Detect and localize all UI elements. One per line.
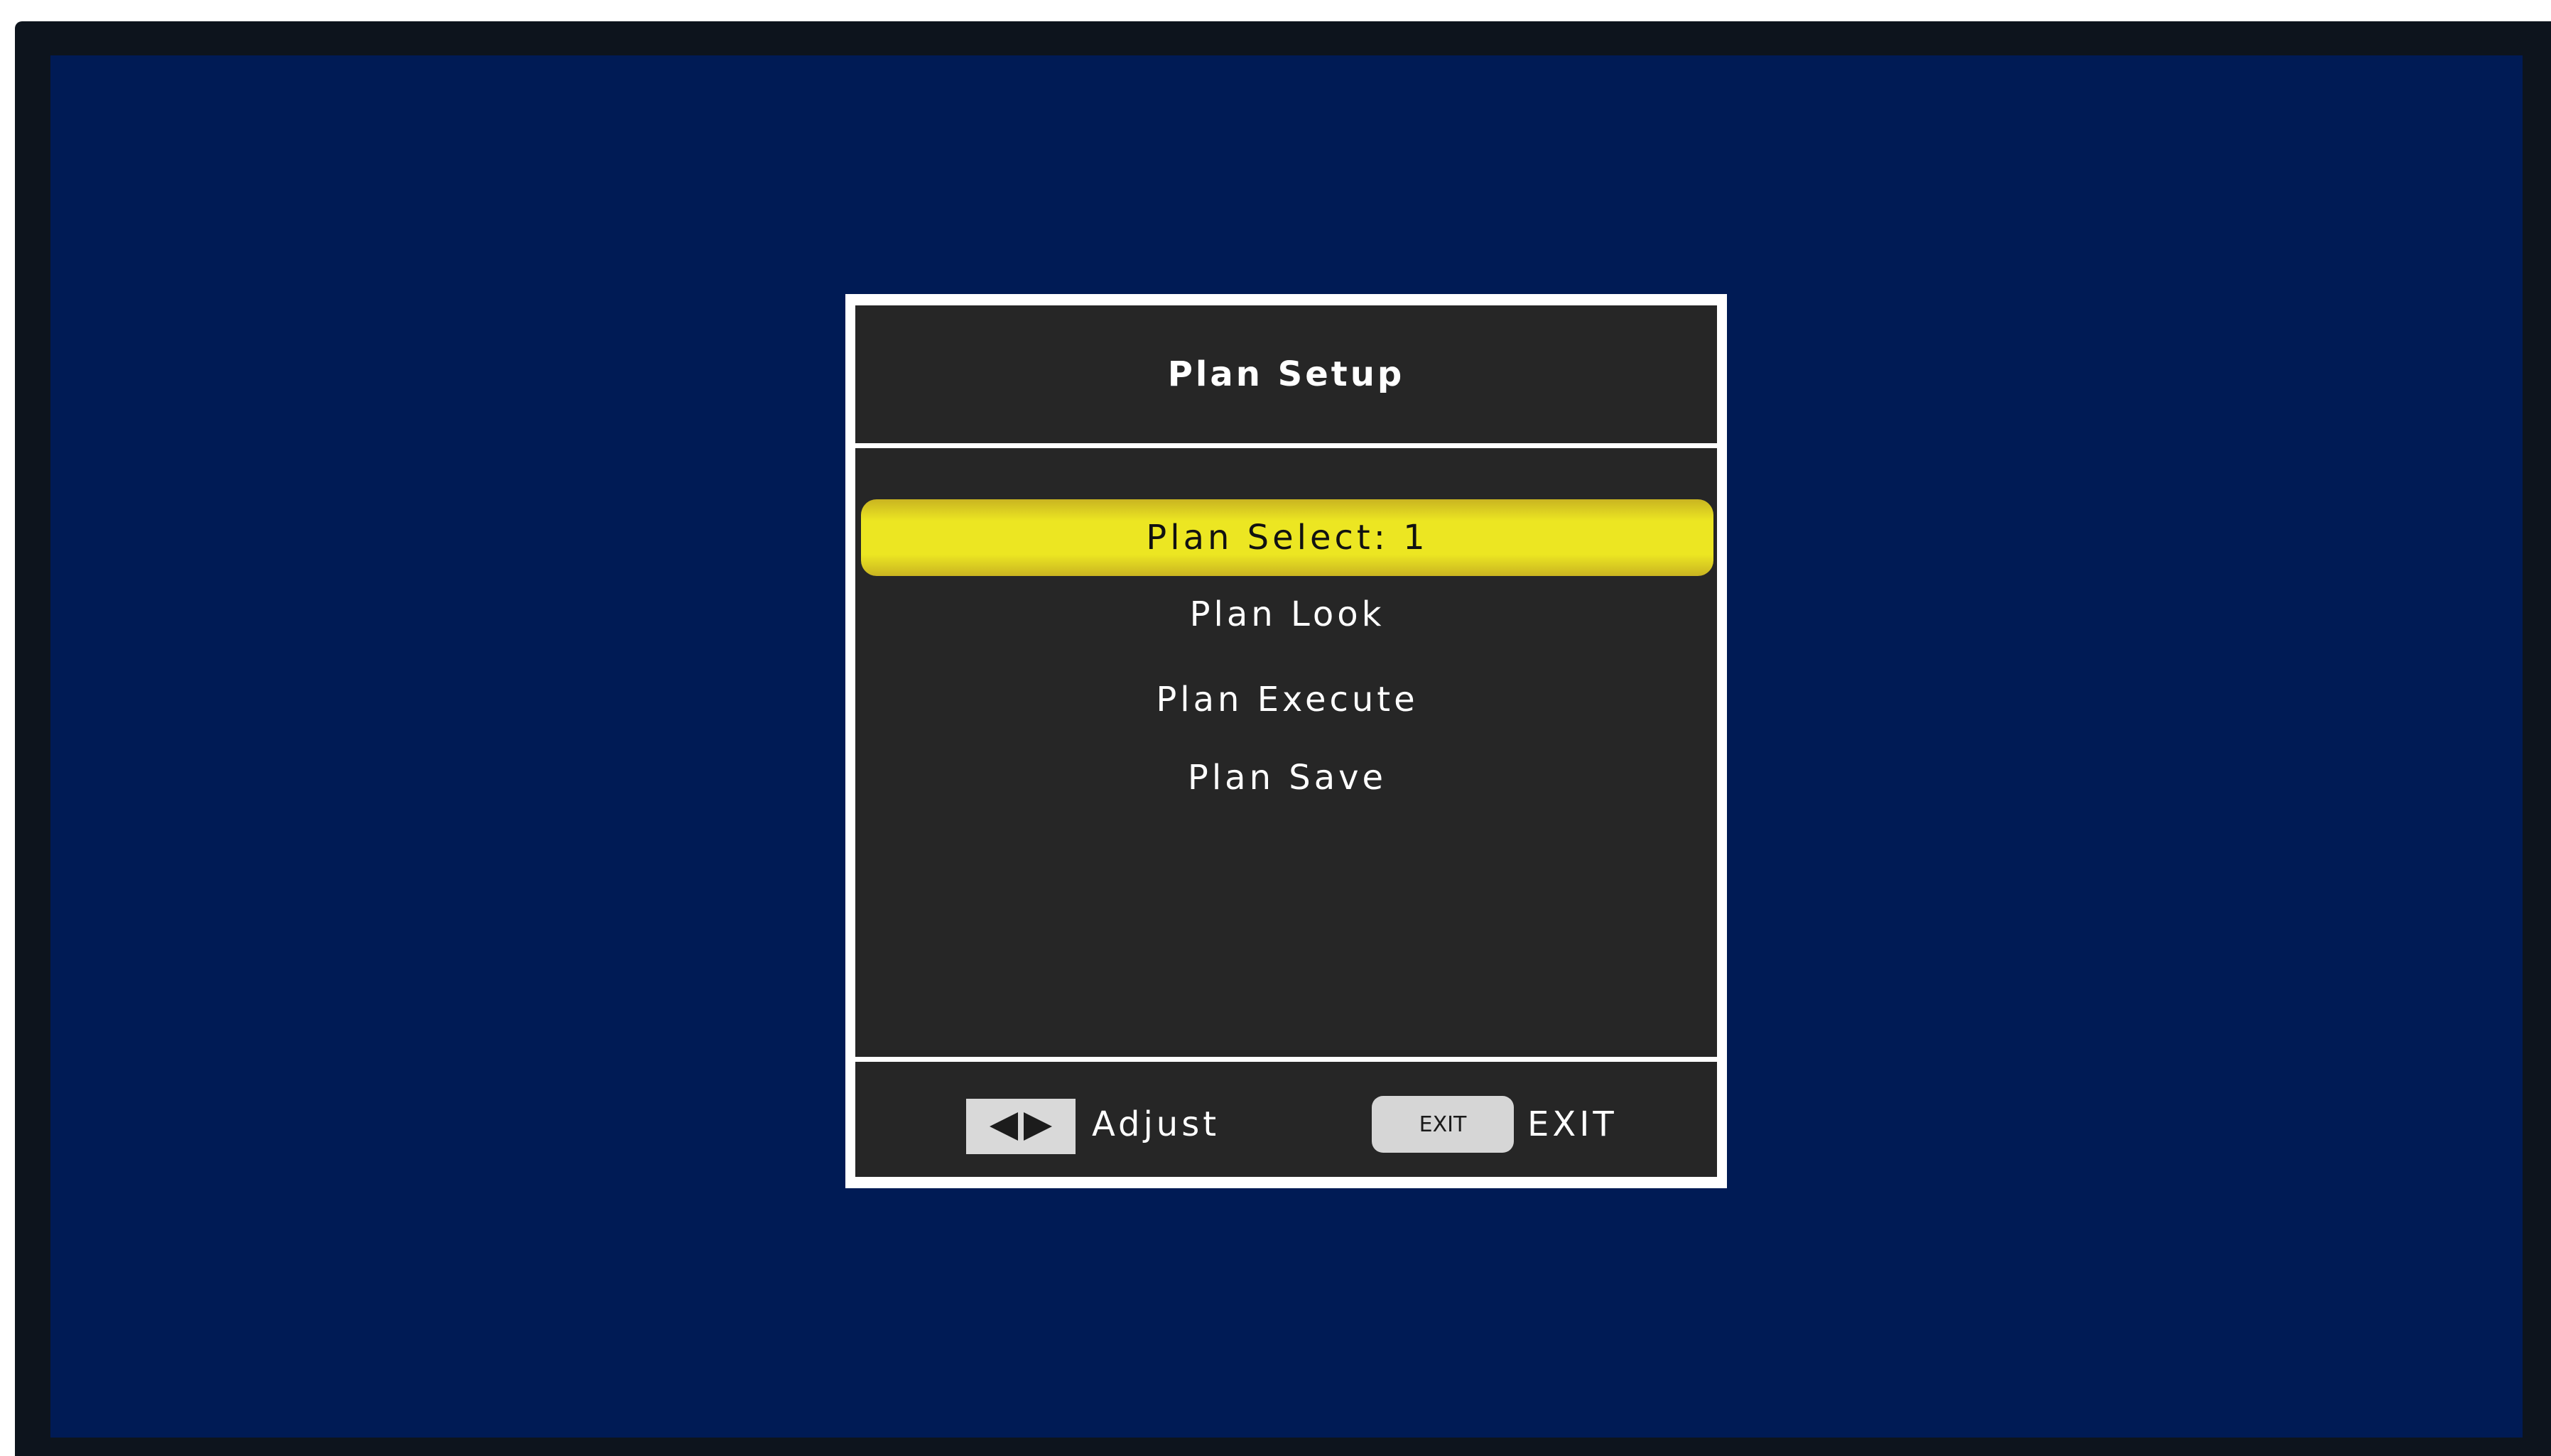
exit-button[interactable]: EXIT xyxy=(1372,1096,1514,1153)
menu-item-plan-select[interactable]: Plan Select: 1 xyxy=(861,499,1713,576)
menu-item-label: Plan Execute xyxy=(1156,680,1419,719)
exit-hint-label: EXIT xyxy=(1527,1104,1618,1144)
arrow-right-icon xyxy=(1024,1112,1052,1141)
adjust-hint-label: Adjust xyxy=(1092,1104,1220,1144)
osd-menu-panel: Plan Setup Plan Select: 1 Plan Look Plan… xyxy=(855,305,1717,1177)
menu-item-label: Plan Save xyxy=(1187,758,1387,798)
left-right-arrows-icon xyxy=(966,1099,1076,1154)
menu-item-plan-execute[interactable]: Plan Execute xyxy=(861,661,1713,738)
menu-item-plan-look[interactable]: Plan Look xyxy=(861,576,1713,653)
footer-divider xyxy=(855,1057,1717,1062)
menu-item-label: Plan Select: 1 xyxy=(1146,518,1429,558)
menu-title: Plan Setup xyxy=(1167,354,1405,394)
arrow-left-icon xyxy=(990,1112,1018,1141)
exit-key-label: EXIT xyxy=(1419,1112,1467,1137)
menu-item-plan-save[interactable]: Plan Save xyxy=(861,739,1713,816)
osd-menu: Plan Setup Plan Select: 1 Plan Look Plan… xyxy=(845,294,1727,1188)
header-divider xyxy=(855,443,1717,448)
menu-item-label: Plan Look xyxy=(1189,594,1385,634)
menu-header: Plan Setup xyxy=(855,305,1717,443)
menu-footer: Adjust EXIT EXIT xyxy=(855,1062,1717,1177)
